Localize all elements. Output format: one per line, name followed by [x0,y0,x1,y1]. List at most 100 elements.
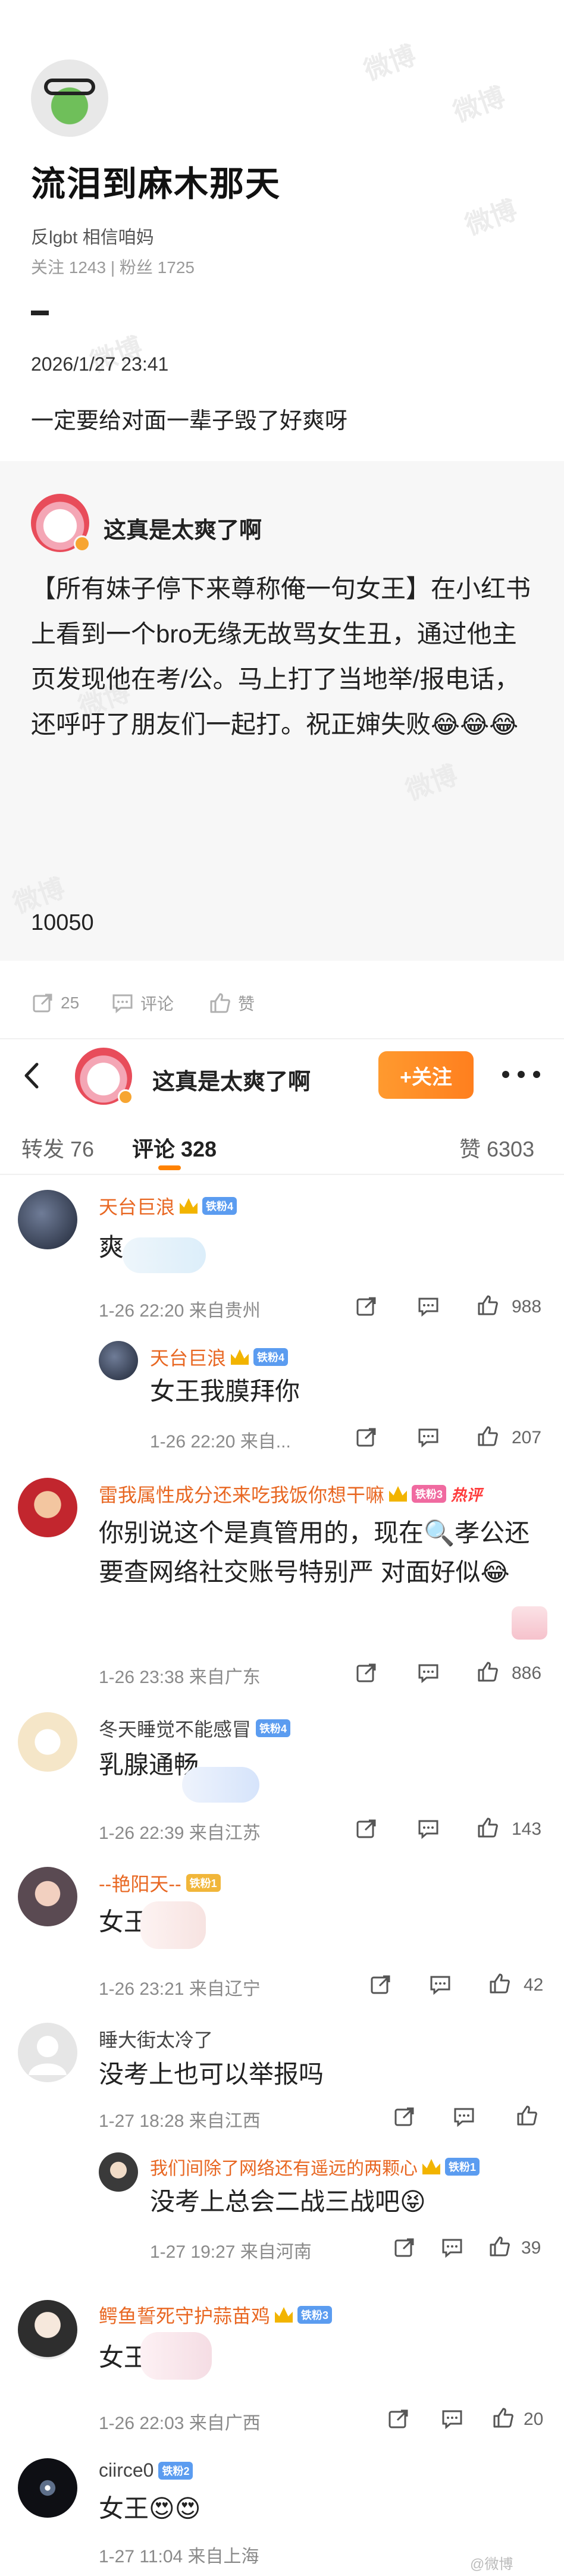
commenter-name-text: 雷我属性成分还来吃我饭你想干嘛 [99,1484,385,1506]
fan-badge: 铁粉4 [253,1348,289,1366]
thumbs-up-icon[interactable] [476,1424,500,1448]
repost-count: 25 [61,994,80,1012]
commenter-avatar[interactable] [18,2023,77,2082]
share-icon[interactable] [355,1295,378,1318]
commenter-name-text: 睡大街太冷了 [99,2029,214,2051]
glasses-decoration [44,79,95,95]
thumbs-up-icon[interactable] [491,2406,515,2430]
reply-name-text: 天台巨浪 [150,1347,227,1369]
author-stats: 关注 1243 | 粉丝 1725 [31,258,195,277]
reply-avatar[interactable] [99,2152,138,2192]
crown-icon [389,1486,408,1502]
author-avatar[interactable] [31,59,108,137]
comment-label: 评论 [140,995,174,1013]
thumbs-up-icon[interactable] [476,1293,500,1317]
weibo-watermark: @微博 [470,2556,513,2572]
watermark: 微博 [449,82,509,128]
comment-button[interactable]: 评论 [111,991,174,1015]
post-timestamp: 2026/1/27 23:41 [31,353,169,375]
like-count: 207 [512,1428,542,1447]
like-button[interactable]: 赞 [208,991,255,1015]
comment-icon[interactable] [416,1295,440,1318]
sticker-decoration [123,1237,206,1273]
like-count: 42 [524,1975,544,1995]
commenter-avatar[interactable] [18,1190,77,1249]
crown-icon [422,2159,440,2174]
comment-meta: 1-26 22:39 来自江苏 [99,1823,261,1843]
comment-icon[interactable] [440,2236,464,2260]
default-avatar-icon [29,2036,67,2075]
quote-author-name[interactable]: 这真是太爽了啊 [104,512,262,544]
commenter-name[interactable]: ciirce0 铁粉2 [99,2459,193,2481]
share-icon[interactable] [369,1973,393,1997]
more-options-icon[interactable] [502,1066,540,1083]
reply-avatar[interactable] [99,1341,138,1380]
like-count: 39 [521,2238,541,2258]
share-icon[interactable] [355,1661,378,1685]
fan-badge: 铁粉4 [256,1719,291,1737]
fan-badge: 铁粉1 [445,2158,480,2176]
back-arrow-icon[interactable] [18,1061,48,1090]
comment-meta: 1-27 11:04 来自上海 [99,2547,259,2566]
like-count: 20 [524,2409,544,2429]
hot-comment-badge: 热评 [451,1486,482,1504]
commenter-name[interactable]: --艳阳天-- 铁粉1 [99,1869,221,1897]
header-author-name[interactable]: 这真是太爽了啊 [152,1063,311,1096]
thumbs-up-icon[interactable] [488,1972,512,1995]
watermark: 微博 [461,195,521,241]
commenter-avatar[interactable] [18,2300,77,2359]
commenter-avatar[interactable] [18,1478,77,1537]
author-bio: 反lgbt 相信咱妈 [31,228,154,247]
comment-icon[interactable] [416,1425,440,1449]
thumbs-up-icon[interactable] [476,1660,500,1684]
share-icon[interactable] [393,2236,416,2260]
thumbs-up-icon[interactable] [488,2235,512,2258]
comment-icon[interactable] [416,1817,440,1841]
fan-badge: 铁粉3 [412,1485,447,1503]
fan-badge: 铁粉4 [202,1197,237,1215]
sticky-header: 这真是太爽了啊 +关注 [0,1038,564,1110]
repost-button[interactable]: 25 [31,991,79,1015]
comment-icon[interactable] [452,2105,476,2129]
active-tab-indicator [158,1165,181,1170]
comment-icon[interactable] [440,2407,464,2431]
share-icon[interactable] [393,2105,416,2129]
fan-badge: 铁粉2 [158,2461,193,2480]
tab-comment[interactable]: 评论 328 [132,1132,217,1163]
commenter-name[interactable]: 天台巨浪 铁粉4 [99,1192,237,1220]
commenter-avatar[interactable] [18,2458,77,2518]
tab-repost[interactable]: 转发 76 [21,1132,94,1163]
thumbs-up-icon [210,993,230,1013]
thumbs-up-icon[interactable] [476,1816,500,1839]
share-icon[interactable] [355,1817,378,1841]
follow-button[interactable]: +关注 [378,1051,474,1099]
comment-icon[interactable] [428,1973,452,1997]
post-title: 流泪到麻木那天 [31,165,281,203]
comment-text: 女王😍😍 [99,2494,201,2522]
fan-badge: 铁粉1 [186,1874,221,1892]
comment-meta: 1-27 18:28 来自江西 [99,2111,261,2131]
commenter-avatar[interactable] [18,1867,77,1926]
sticker-decoration [140,1901,206,1949]
reply-name[interactable]: 天台巨浪 铁粉4 [150,1343,289,1371]
quote-count: 10050 [31,910,94,935]
share-icon[interactable] [387,2407,411,2431]
repost-icon [33,994,52,1013]
commenter-name[interactable]: 睡大街太冷了 [99,2025,213,2052]
comment-meta: 1-26 23:38 来自广东 [99,1668,261,1687]
commenter-name[interactable]: 雷我属性成分还来吃我饭你想干嘛 铁粉3 热评 [99,1480,482,1508]
share-icon[interactable] [355,1425,378,1449]
tab-like[interactable]: 赞 6303 [459,1132,534,1163]
action-bar: 25 评论 赞 [0,982,564,1029]
commenter-avatar[interactable] [18,1712,77,1772]
commenter-name[interactable]: 鳄鱼誓死守护蒜苗鸡 铁粉3 [99,2301,333,2329]
commenter-name-text: --艳阳天-- [99,1873,181,1895]
like-count: 988 [512,1297,542,1317]
reply-name[interactable]: 我们间除了网络还有遥远的两颗心 铁粉1 [150,2154,480,2180]
thumbs-up-icon[interactable] [515,2104,539,2127]
comment-meta: 1-26 22:20 来自贵州 [99,1301,261,1321]
post-header: 微博 微博 微博 微博 流泪到麻木那天 反lgbt 相信咱妈 关注 1243 |… [0,0,564,452]
commenter-name[interactable]: 冬天睡觉不能感冒 铁粉4 [99,1715,291,1742]
comment-icon[interactable] [416,1661,440,1685]
reply-name-text: 我们间除了网络还有遥远的两颗心 [150,2159,418,2179]
